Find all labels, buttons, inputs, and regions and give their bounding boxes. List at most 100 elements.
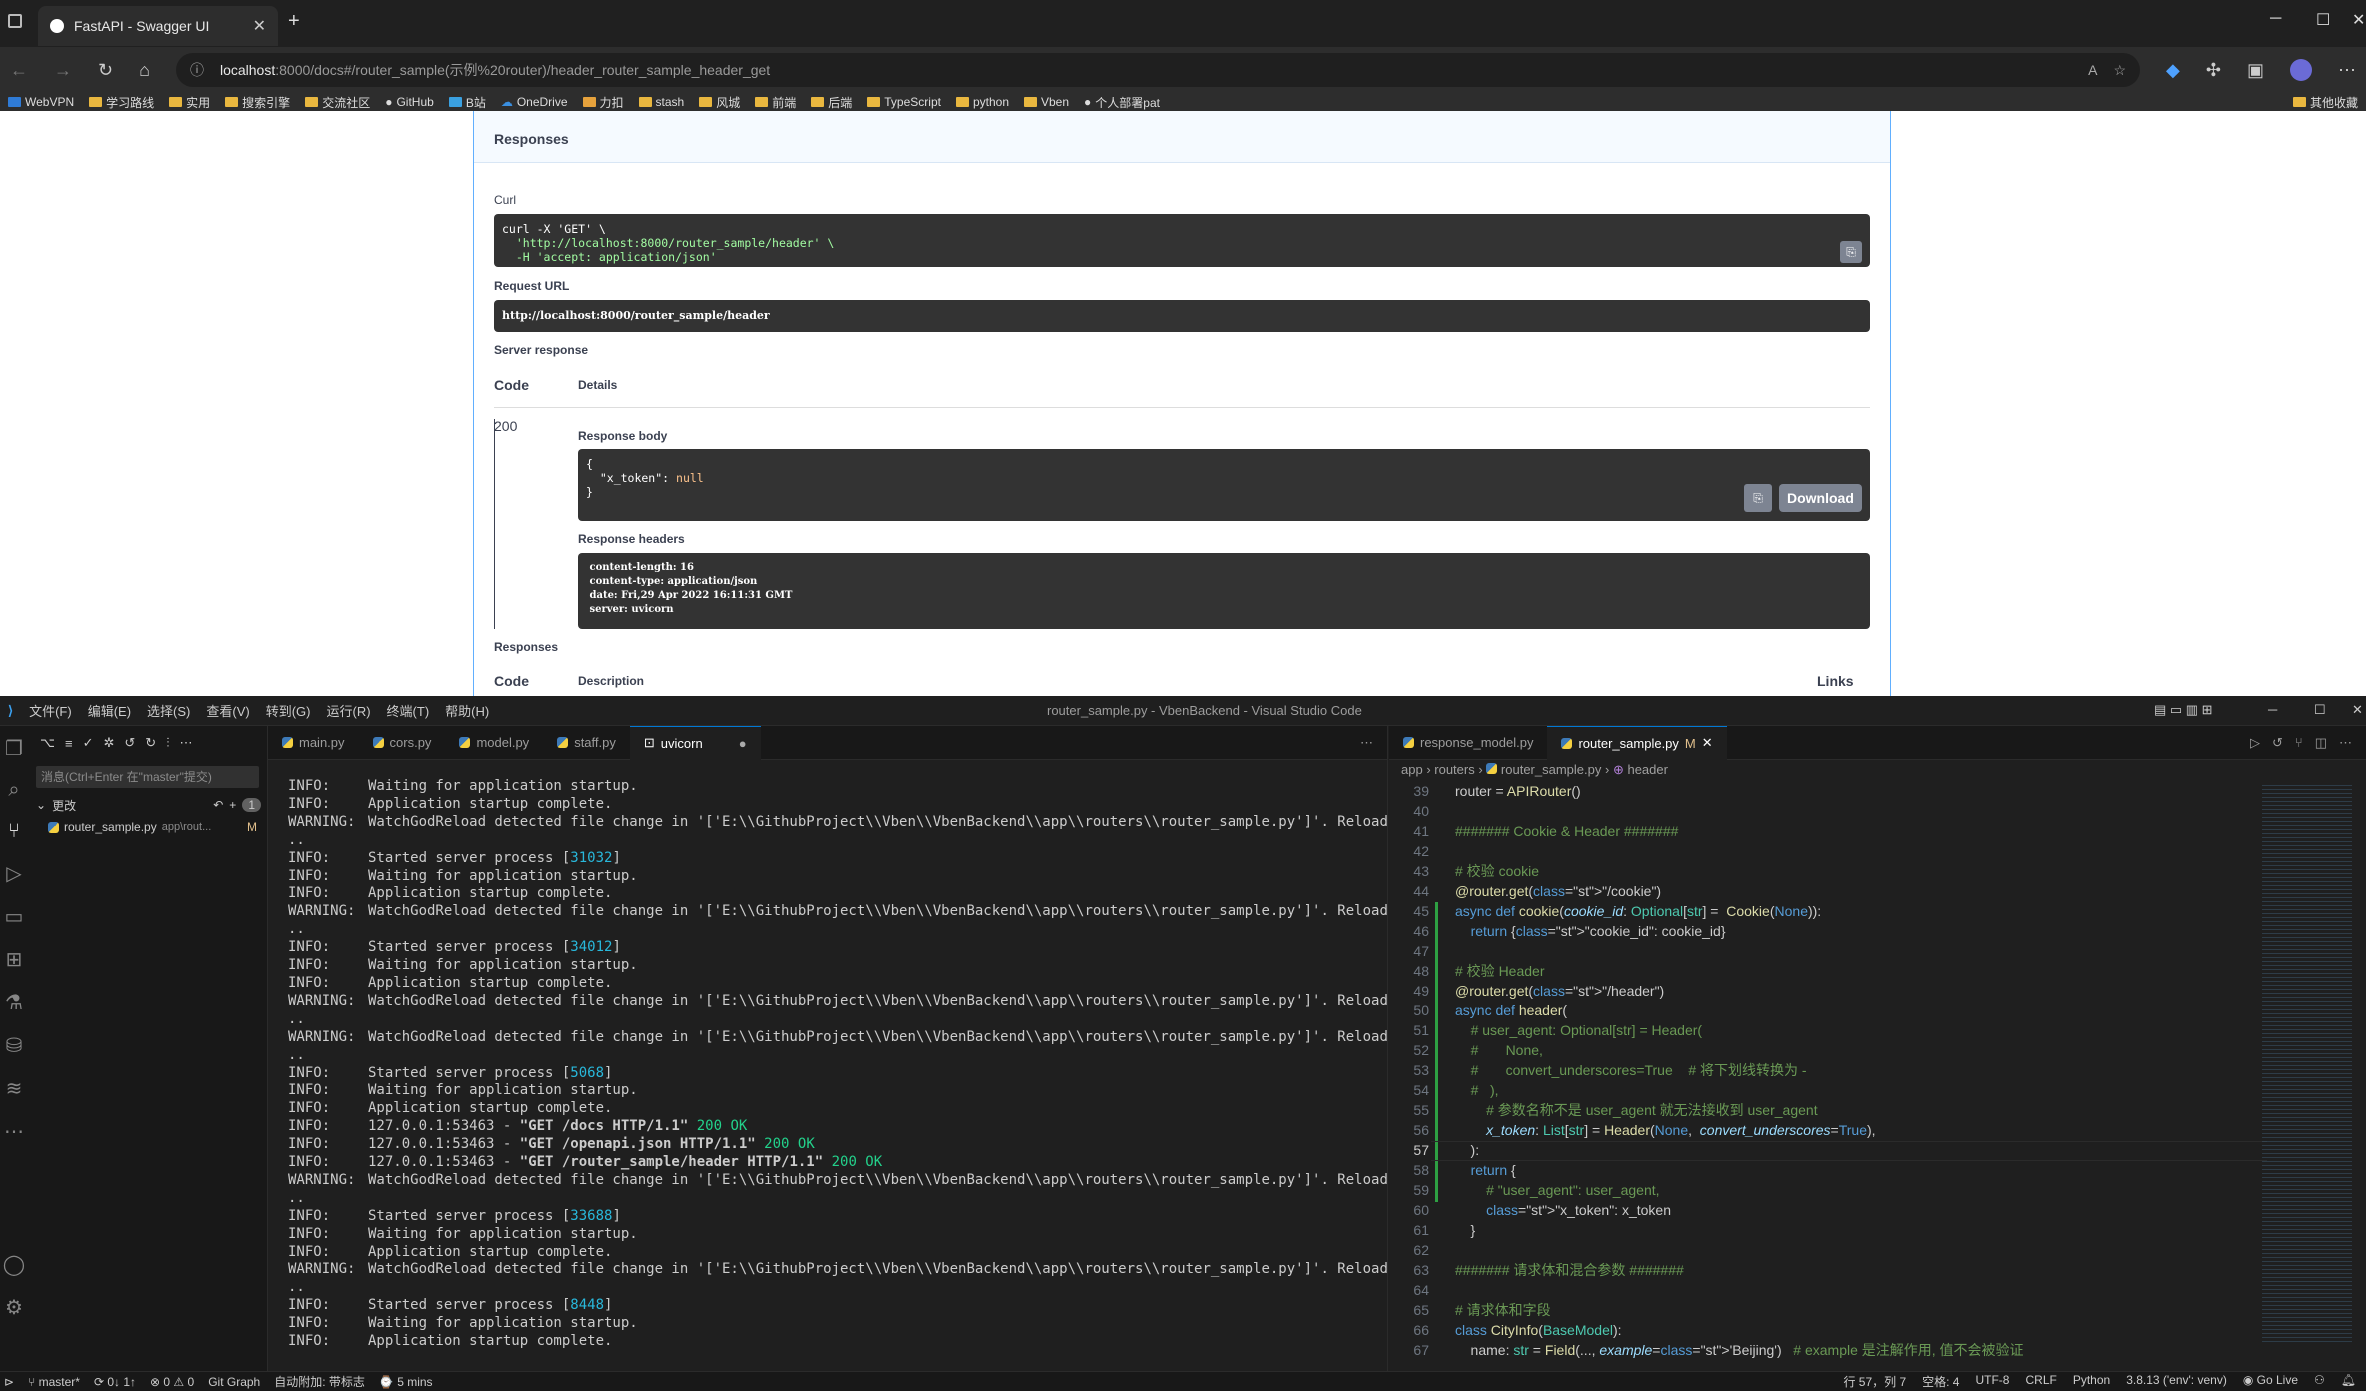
minimap[interactable] bbox=[2262, 782, 2352, 1342]
download-button[interactable]: Download bbox=[1779, 484, 1862, 512]
close-window-icon[interactable]: ✕ bbox=[2352, 702, 2363, 718]
git-branch[interactable]: ⑂ master* bbox=[28, 1375, 80, 1389]
history-icon[interactable]: ↺ bbox=[124, 735, 135, 751]
tab-router-sample-py[interactable]: router_sample.py M ✕ bbox=[1547, 725, 1727, 760]
problems-status[interactable]: ⊗ 0 ⚠ 0 bbox=[150, 1375, 194, 1389]
favorite-star-icon[interactable]: ☆ bbox=[2113, 62, 2126, 79]
curl-code[interactable]: curl -X 'GET' \ 'http://localhost:8000/r… bbox=[494, 214, 1870, 267]
new-tab-icon[interactable]: + bbox=[288, 10, 300, 33]
bookmark[interactable]: ● GitHub bbox=[385, 95, 434, 109]
settings-gear-icon[interactable]: ⚙ bbox=[5, 1295, 23, 1320]
graph-icon[interactable]: ⫶ bbox=[166, 735, 169, 751]
git-graph-status[interactable]: Git Graph bbox=[208, 1375, 260, 1389]
account-icon[interactable]: ◯ bbox=[3, 1252, 25, 1277]
maximize-icon[interactable]: ☐ bbox=[2316, 10, 2330, 30]
more-icon[interactable]: ⋯ bbox=[2339, 735, 2352, 751]
python-interpreter[interactable]: 3.8.13 ('env': venv) bbox=[2126, 1373, 2227, 1390]
close-tab-icon[interactable]: ✕ bbox=[253, 16, 266, 36]
close-window-icon[interactable]: ✕ bbox=[2352, 10, 2365, 30]
tab-main-py[interactable]: main.py bbox=[268, 726, 359, 760]
commit-message-input[interactable]: 消息(Ctrl+Enter 在"master"提交) bbox=[36, 766, 259, 788]
profile-avatar[interactable] bbox=[2290, 59, 2312, 81]
maximize-icon[interactable]: ☐ bbox=[2314, 702, 2326, 718]
menu-item[interactable]: 帮助(H) bbox=[445, 701, 489, 720]
branch-icon[interactable]: ⑂ bbox=[2295, 735, 2303, 751]
split-editor-icon[interactable]: ◫ bbox=[2315, 735, 2327, 751]
home-icon[interactable]: ⌂ bbox=[139, 60, 150, 81]
tab-cors-py[interactable]: cors.py bbox=[359, 726, 446, 760]
discard-icon[interactable]: ↶ bbox=[213, 798, 223, 812]
extensions-icon[interactable]: ⊞ bbox=[6, 947, 23, 972]
reload-icon[interactable]: ↻ bbox=[98, 60, 113, 81]
info-icon[interactable]: ⓘ bbox=[190, 60, 204, 80]
layout-icons[interactable]: ▤ ▭ ▥ ⊞ bbox=[2154, 702, 2213, 718]
bookmark[interactable]: 后端 bbox=[811, 94, 852, 111]
search-icon[interactable]: ⌕ bbox=[8, 779, 19, 802]
back-icon[interactable]: ← bbox=[10, 60, 28, 81]
menu-item[interactable]: 编辑(E) bbox=[88, 701, 131, 720]
bookmark[interactable]: WebVPN bbox=[8, 95, 74, 109]
source-control-icon[interactable]: ⑂ bbox=[8, 820, 20, 843]
minimize-icon[interactable]: ─ bbox=[2268, 702, 2277, 717]
encoding-status[interactable]: UTF-8 bbox=[1975, 1373, 2009, 1390]
more-icon[interactable]: ⋯ bbox=[2338, 60, 2356, 81]
branch-icon[interactable]: ⌥ bbox=[40, 735, 55, 751]
bookmark[interactable]: ☁ OneDrive bbox=[501, 95, 568, 109]
language-mode[interactable]: Python bbox=[2073, 1373, 2110, 1390]
auto-attach-status[interactable]: 自动附加: 带标志 bbox=[274, 1373, 365, 1390]
bookmark[interactable]: stash bbox=[638, 95, 684, 109]
menu-item[interactable]: 转到(G) bbox=[266, 701, 311, 720]
eol-status[interactable]: CRLF bbox=[2025, 1373, 2056, 1390]
bookmark[interactable]: 搜索引擎 bbox=[225, 94, 290, 111]
unsaved-dot-icon[interactable]: ● bbox=[739, 736, 747, 751]
run-icon[interactable]: ▷ bbox=[2250, 735, 2260, 751]
puzzle-icon[interactable]: ✣ bbox=[2206, 60, 2221, 81]
browser-tab[interactable]: FastAPI - Swagger UI ✕ bbox=[38, 6, 278, 46]
run-debug-icon[interactable]: ▷ bbox=[6, 861, 21, 886]
testing-icon[interactable]: ⚗ bbox=[5, 990, 23, 1015]
refresh-icon[interactable]: ↻ bbox=[145, 735, 156, 751]
terminal-output[interactable]: INFO: Waiting for application startup. INF… bbox=[288, 778, 1422, 1351]
menu-item[interactable]: 文件(F) bbox=[29, 701, 72, 720]
account-sync-icon[interactable]: ⚇ bbox=[2314, 1373, 2325, 1390]
bookmark[interactable]: 力扣 bbox=[582, 94, 624, 111]
tab-staff-py[interactable]: staff.py bbox=[543, 726, 630, 760]
tab-actions-icon[interactable] bbox=[8, 14, 22, 28]
collections-icon[interactable]: ▣ bbox=[2247, 60, 2264, 81]
notifications-icon[interactable]: 🔔︎ bbox=[2341, 1373, 2356, 1390]
bookmark[interactable]: B站 bbox=[448, 94, 486, 111]
extension-icon[interactable]: ◆ bbox=[2166, 60, 2180, 81]
response-headers-box[interactable]: content-length: 16 content-type: applica… bbox=[578, 553, 1870, 629]
menu-item[interactable]: 查看(V) bbox=[206, 701, 249, 720]
request-url-box[interactable]: http://localhost:8000/router_sample/head… bbox=[494, 300, 1870, 332]
changes-section[interactable]: ⌄ 更改 ↶ + 1 bbox=[28, 794, 267, 816]
menu-item[interactable]: 运行(R) bbox=[327, 701, 371, 720]
bookmark[interactable]: python bbox=[955, 95, 1009, 109]
more-icon[interactable]: ⋯ bbox=[4, 1119, 24, 1144]
copy-body-icon[interactable]: ⎘ bbox=[1744, 484, 1772, 512]
close-icon[interactable]: ✕ bbox=[1702, 735, 1713, 751]
indent-status[interactable]: 空格: 4 bbox=[1922, 1373, 1959, 1390]
go-live-button[interactable]: ◉ Go Live bbox=[2243, 1373, 2298, 1390]
bookmark[interactable]: 交流社区 bbox=[305, 94, 370, 111]
tab-model-py[interactable]: model.py bbox=[445, 726, 543, 760]
more-icon[interactable]: ⋯ bbox=[1360, 735, 1387, 751]
sync-status[interactable]: ⟳ 0↓ 1↑ bbox=[94, 1375, 136, 1389]
list-icon[interactable]: ≡ bbox=[65, 736, 73, 751]
code-text[interactable]: router = APIRouter() ####### Cookie & He… bbox=[1455, 782, 2024, 1361]
bookmark[interactable]: 实用 bbox=[169, 94, 210, 111]
explorer-icon[interactable]: ❐ bbox=[5, 736, 23, 761]
stage-all-icon[interactable]: + bbox=[229, 798, 236, 812]
breadcrumb[interactable]: app › routers › router_sample.py › ⊕ hea… bbox=[1401, 762, 1668, 778]
menu-item[interactable]: 选择(S) bbox=[147, 701, 190, 720]
settings-icon[interactable]: ✲ bbox=[103, 735, 114, 751]
remote-indicator[interactable]: ⊳ bbox=[4, 1375, 14, 1389]
layers-icon[interactable]: ≋ bbox=[6, 1076, 23, 1101]
commit-check-icon[interactable]: ✓ bbox=[83, 735, 94, 751]
minimize-icon[interactable]: ─ bbox=[2270, 10, 2281, 28]
bookmark[interactable]: Vben bbox=[1024, 95, 1069, 109]
tab-uvicorn-terminal[interactable]: ⊡ uvicorn ● bbox=[629, 725, 761, 760]
history-icon[interactable]: ↺ bbox=[2272, 735, 2283, 751]
menu-item[interactable]: 终端(T) bbox=[387, 701, 430, 720]
copy-icon[interactable]: ⎘ bbox=[1840, 241, 1862, 263]
